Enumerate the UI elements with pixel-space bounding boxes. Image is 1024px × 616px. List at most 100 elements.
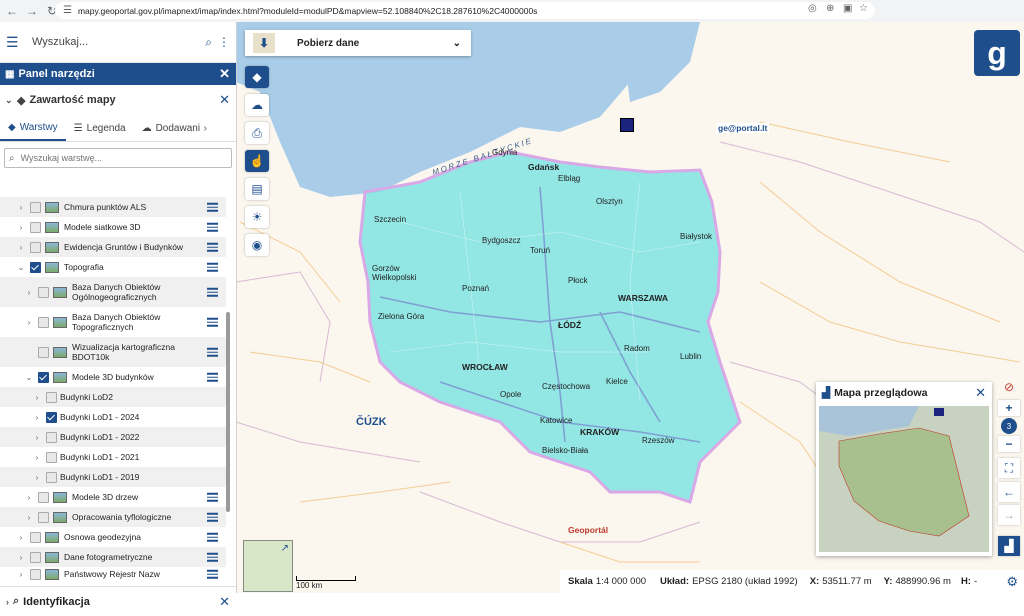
- layer-row[interactable]: › Osnowa geodezyjna: [0, 527, 226, 547]
- layer-checkbox[interactable]: [38, 511, 49, 523]
- layer-search[interactable]: ⌕: [4, 148, 232, 168]
- layer-menu-icon[interactable]: [207, 346, 218, 359]
- layer-row[interactable]: ⌄ Modele 3D budynków: [0, 367, 226, 387]
- search-icon[interactable]: ⌕: [205, 35, 212, 50]
- scale-value[interactable]: 1:4 000 000: [596, 576, 646, 587]
- bookmark-star-icon[interactable]: ☆: [859, 3, 868, 14]
- geoportal-logo[interactable]: g: [974, 30, 1020, 76]
- layer-menu-icon[interactable]: [207, 531, 218, 544]
- collapse-icon[interactable]: ⌄: [24, 373, 34, 382]
- expand-icon[interactable]: ›: [16, 570, 26, 579]
- layer-menu-icon[interactable]: [207, 551, 218, 564]
- expand-icon[interactable]: ›: [24, 493, 34, 502]
- zoom-out-button[interactable]: −: [998, 436, 1020, 452]
- layer-row[interactable]: › Państwowy Rejestr Nazw: [0, 567, 226, 581]
- expand-icon[interactable]: ›: [16, 243, 26, 252]
- layer-checkbox[interactable]: [30, 221, 41, 233]
- layer-checkbox[interactable]: [30, 241, 41, 253]
- more-options-icon[interactable]: ⋮: [218, 35, 230, 49]
- expand-icon[interactable]: ›: [32, 393, 42, 402]
- camera-tool-button[interactable]: ◉: [245, 234, 269, 256]
- next-view-button[interactable]: →: [998, 505, 1020, 525]
- menu-icon[interactable]: ☰: [6, 34, 22, 51]
- layer-checkbox[interactable]: [30, 531, 41, 543]
- layer-checkbox[interactable]: [46, 451, 57, 463]
- fullscreen-button[interactable]: ⛶: [998, 458, 1020, 478]
- zoom-in-button[interactable]: +: [998, 400, 1020, 416]
- close-icon[interactable]: ✕: [219, 92, 230, 108]
- layer-row[interactable]: › Opracowania tyflologiczne: [0, 507, 226, 527]
- layer-menu-icon[interactable]: [207, 371, 218, 384]
- compass-reset-button[interactable]: ⊘: [998, 377, 1020, 397]
- expand-icon[interactable]: ›: [16, 223, 26, 232]
- layer-row[interactable]: › Ewidencja Gruntów i Budynków: [0, 237, 226, 257]
- install-icon[interactable]: ▣: [843, 3, 852, 14]
- tab-legend[interactable]: ☰ Legenda: [66, 115, 134, 141]
- layer-checkbox[interactable]: [46, 391, 57, 403]
- layer-row[interactable]: › Budynki LoD1 - 2021: [0, 447, 226, 467]
- close-icon[interactable]: ✕: [219, 594, 230, 610]
- collapse-icon[interactable]: ⌄: [16, 263, 26, 272]
- layer-row[interactable]: › Budynki LoD1 - 2024: [0, 407, 226, 427]
- expand-icon[interactable]: ›: [16, 553, 26, 562]
- layer-row[interactable]: › Modele siatkowe 3D: [0, 217, 226, 237]
- expand-icon[interactable]: ›: [16, 533, 26, 542]
- layer-checkbox[interactable]: [30, 551, 41, 563]
- expand-icon[interactable]: ›: [32, 453, 42, 462]
- layer-menu-icon[interactable]: [207, 221, 218, 234]
- layer-checkbox[interactable]: [46, 411, 57, 423]
- layer-menu-icon[interactable]: [207, 511, 218, 524]
- expand-icon[interactable]: ›: [24, 288, 34, 297]
- layer-row[interactable]: › Budynki LoD1 - 2022: [0, 427, 226, 447]
- tab-add[interactable]: ☁Dodawanie: [134, 115, 200, 141]
- layer-checkbox[interactable]: [30, 201, 41, 213]
- layer-row[interactable]: Wizualizacja kartograficzna BDOT10k: [0, 337, 226, 367]
- chevron-right-icon[interactable]: ›: [204, 123, 207, 134]
- layer-row[interactable]: › Budynki LoD1 - 2019: [0, 467, 226, 487]
- site-info-icon[interactable]: ☰: [63, 5, 72, 16]
- crs-value[interactable]: EPSG 2180 (układ 1992): [692, 576, 798, 587]
- layer-row[interactable]: › Dane fotogrametryczne: [0, 547, 226, 567]
- search-input[interactable]: [30, 35, 206, 49]
- expand-icon[interactable]: ›: [32, 473, 42, 482]
- clipboard-tool-button[interactable]: ▤: [245, 178, 269, 200]
- identification-section[interactable]: › ⌕ Identyfikacja ✕: [0, 586, 236, 616]
- layer-checkbox[interactable]: [38, 491, 49, 503]
- address-bar[interactable]: ☰ mapy.geoportal.gov.pl/imapnext/imap/in…: [55, 2, 875, 19]
- layer-row[interactable]: › Baza Danych Obiektów Topograficznych: [0, 307, 226, 337]
- base-map-switcher[interactable]: ↗: [243, 540, 293, 592]
- layer-row[interactable]: › Budynki LoD2: [0, 387, 226, 407]
- layer-checkbox[interactable]: [46, 471, 57, 483]
- layer-tree-scrollbar[interactable]: [226, 312, 230, 512]
- close-icon[interactable]: ✕: [975, 385, 986, 401]
- settings-gear-icon[interactable]: ⚙: [1006, 574, 1018, 590]
- expand-icon[interactable]: ›: [24, 513, 34, 522]
- layer-checkbox[interactable]: [30, 568, 41, 580]
- layer-checkbox[interactable]: [38, 346, 49, 358]
- download-data-dropdown[interactable]: ⬇ Pobierz dane ⌄: [245, 30, 471, 56]
- back-icon[interactable]: ←: [4, 4, 20, 18]
- layer-row[interactable]: › Baza Danych Obiektów Ogólnogeograficzny…: [0, 277, 226, 307]
- previous-view-button[interactable]: ←: [998, 482, 1020, 502]
- layer-menu-icon[interactable]: [207, 286, 218, 299]
- expand-icon[interactable]: ›: [24, 318, 34, 327]
- layer-menu-icon[interactable]: [207, 241, 218, 254]
- map-content-section[interactable]: ⌄ ◆ Zawartość mapy ✕: [0, 85, 236, 115]
- layer-menu-icon[interactable]: [207, 201, 218, 214]
- tab-layers[interactable]: ◆ Warstwy: [0, 115, 66, 141]
- layer-menu-icon[interactable]: [207, 568, 218, 581]
- expand-icon[interactable]: ›: [32, 413, 42, 422]
- layer-checkbox[interactable]: [38, 316, 49, 328]
- expand-icon[interactable]: ›: [16, 203, 26, 212]
- layer-checkbox[interactable]: [30, 261, 41, 273]
- overview-map[interactable]: [819, 406, 989, 552]
- layer-menu-icon[interactable]: [207, 491, 218, 504]
- zoom-icon[interactable]: ⊕: [826, 3, 834, 14]
- eye-off-icon[interactable]: ◎: [808, 3, 817, 14]
- layer-row[interactable]: ⌄ Topografia: [0, 257, 226, 277]
- layer-menu-icon[interactable]: [207, 261, 218, 274]
- print-tool-button[interactable]: ⎙: [245, 122, 269, 144]
- layer-checkbox[interactable]: [38, 286, 49, 298]
- layers-tool-button[interactable]: ◆: [245, 66, 269, 88]
- pointer-tool-button[interactable]: ☝: [245, 150, 269, 172]
